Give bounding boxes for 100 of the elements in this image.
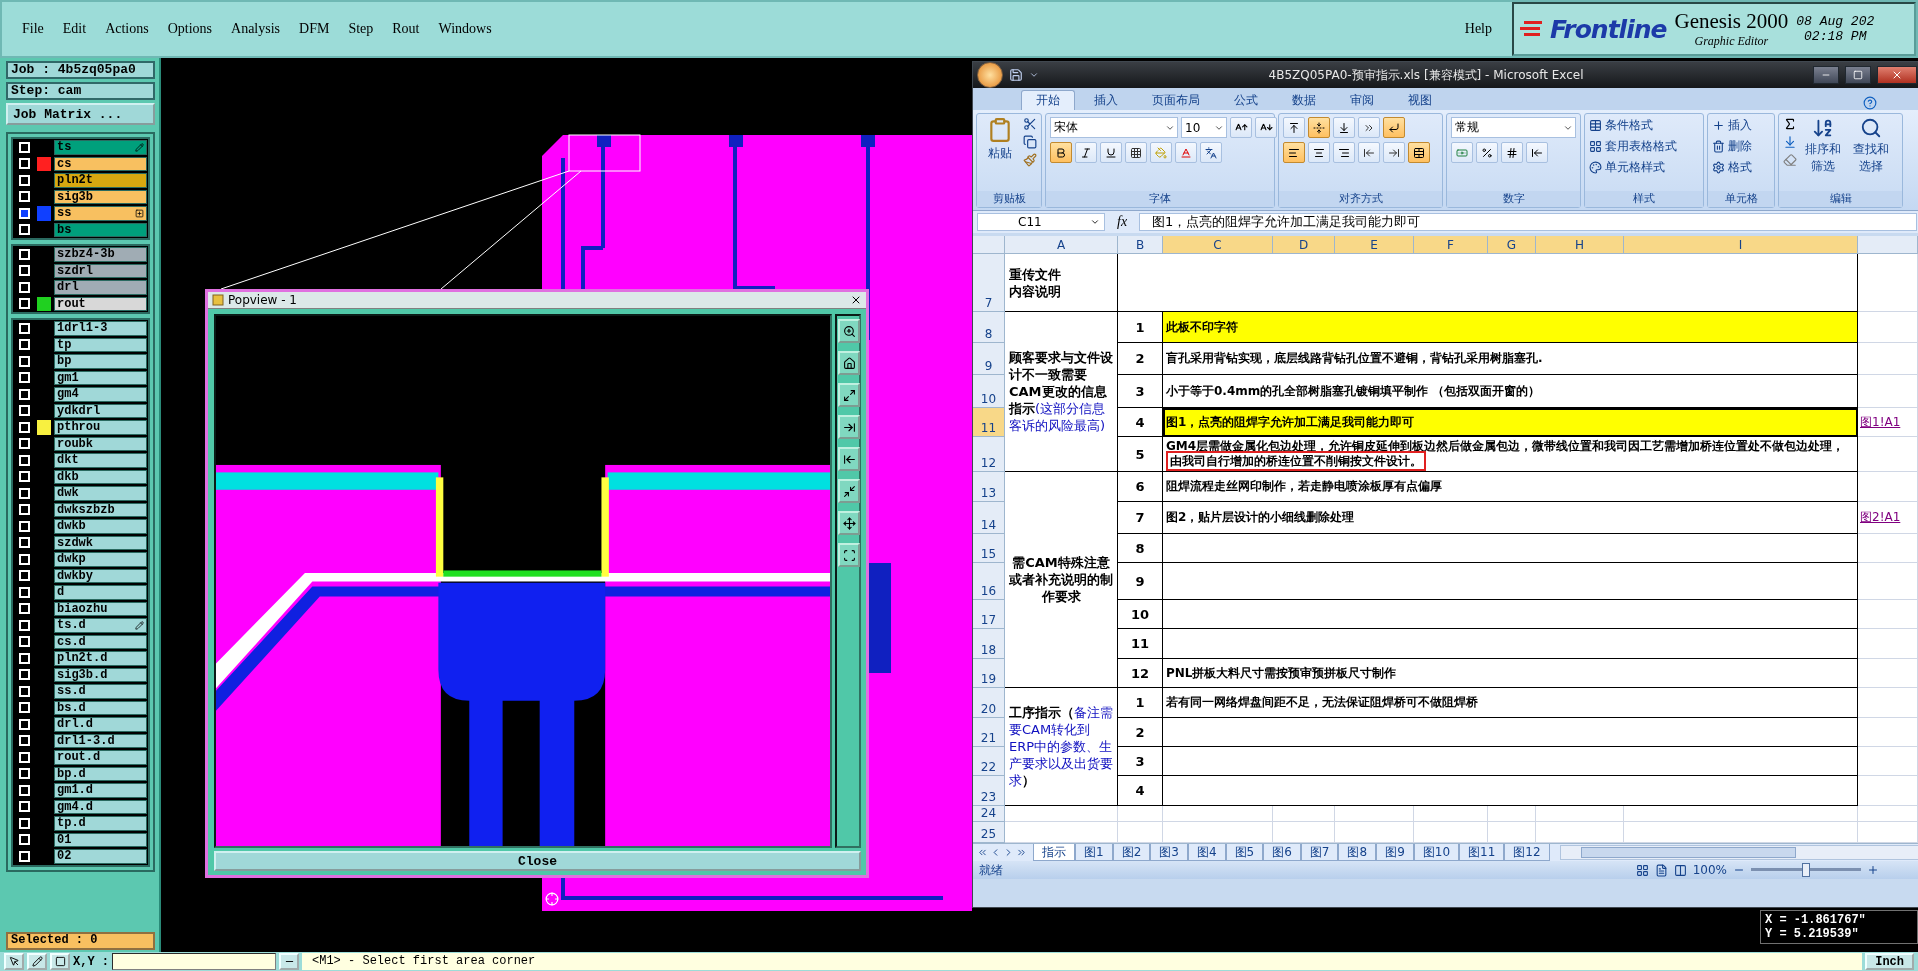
sheet-tab[interactable]: 指示 <box>1033 844 1075 861</box>
row-header[interactable]: 14 <box>973 502 1005 534</box>
view-tool-button[interactable] <box>838 351 860 375</box>
layer-checkbox[interactable] <box>18 652 30 664</box>
horizontal-scrollbar[interactable] <box>1559 845 1918 860</box>
zoom-in-icon[interactable] <box>1867 864 1879 876</box>
layer-checkbox[interactable] <box>18 191 30 203</box>
layer-name[interactable]: szdrl <box>54 263 147 278</box>
layer-checkbox[interactable] <box>18 801 30 813</box>
view-tool-button[interactable] <box>838 447 860 471</box>
layer-checkbox[interactable] <box>18 751 30 763</box>
paintbrush-icon[interactable] <box>1023 153 1037 167</box>
style-button[interactable]: 套用表格格式 <box>1589 138 1677 155</box>
row-header[interactable]: 23 <box>973 776 1005 806</box>
minimize-button[interactable] <box>1813 66 1839 84</box>
layer-checkbox[interactable] <box>18 281 30 293</box>
ribbon-tab[interactable]: 数据 <box>1277 90 1331 110</box>
layer-checkbox[interactable] <box>18 388 30 400</box>
table-cell[interactable] <box>1163 747 1858 776</box>
layer-checkbox[interactable] <box>18 174 30 186</box>
layer-name[interactable]: bp <box>54 354 147 369</box>
view-tool-button[interactable] <box>838 383 860 407</box>
page-layout-icon[interactable] <box>1654 863 1668 877</box>
layer-name[interactable]: gm1 <box>54 370 147 385</box>
layer-checkbox[interactable] <box>18 718 30 730</box>
layer-checkbox[interactable] <box>18 636 30 648</box>
layer-checkbox[interactable] <box>18 685 30 697</box>
layer-checkbox[interactable] <box>18 570 30 582</box>
layer-checkbox[interactable] <box>18 248 30 260</box>
sheet-tab[interactable]: 图11 <box>1459 844 1505 861</box>
table-cell[interactable]: 小于等于0.4mm的孔全部树脂塞孔镀铜填平制作 （包括双面开窗的） <box>1163 375 1858 408</box>
layer-name[interactable]: dwkby <box>54 568 147 583</box>
layer-name[interactable]: ydkdrl <box>54 403 147 418</box>
layer-name[interactable]: drl.d <box>54 717 147 732</box>
layer-name[interactable]: sig3b.d <box>54 667 147 682</box>
column-header[interactable]: C <box>1163 236 1273 254</box>
layer-name[interactable]: sig3b <box>54 189 147 204</box>
layer-checkbox[interactable] <box>18 438 30 450</box>
units-button[interactable]: Inch <box>1865 953 1914 970</box>
menu-item[interactable]: Windows <box>438 21 492 37</box>
thousands-button[interactable] <box>1501 142 1523 163</box>
layer-name[interactable]: szdwk <box>54 535 147 550</box>
layer-name[interactable]: cs.d <box>54 634 147 649</box>
layer-checkbox[interactable] <box>18 339 30 351</box>
table-cell[interactable]: 此板不印字符 <box>1163 312 1858 343</box>
layer-checkbox[interactable] <box>18 735 30 747</box>
layer-name[interactable]: dkt <box>54 453 147 468</box>
normal-view-icon[interactable] <box>1635 863 1649 877</box>
layer-checkbox[interactable] <box>18 586 30 598</box>
merge-button[interactable] <box>1408 142 1430 163</box>
layer-name[interactable]: dkb <box>54 469 147 484</box>
table-cell[interactable] <box>1163 776 1858 806</box>
decrease-indent-button[interactable] <box>1358 142 1380 163</box>
row-header[interactable]: 12 <box>973 437 1005 472</box>
cells-button[interactable]: 格式 <box>1712 159 1752 176</box>
layer-name[interactable]: 01 <box>54 832 147 847</box>
view-tool-button[interactable] <box>838 319 860 343</box>
layer-name[interactable]: ts.d <box>54 618 147 633</box>
row-header[interactable]: 20 <box>973 688 1005 718</box>
table-cell[interactable] <box>1163 534 1858 563</box>
copy-icon[interactable] <box>1023 135 1037 149</box>
style-button[interactable]: 条件格式 <box>1589 117 1677 134</box>
column-header[interactable]: H <box>1536 236 1624 254</box>
layer-checkbox[interactable] <box>18 454 30 466</box>
layer-checkbox[interactable] <box>18 322 30 334</box>
row-header[interactable]: 24 <box>973 806 1005 822</box>
layer-name[interactable]: bs <box>54 222 147 237</box>
paste-button[interactable]: 粘贴 <box>981 117 1019 162</box>
sheet-tab[interactable]: 图1 <box>1075 844 1113 861</box>
layer-checkbox[interactable] <box>18 834 30 846</box>
table-cell[interactable]: 图1!A1 <box>1858 408 1918 437</box>
row-header[interactable]: 10 <box>973 375 1005 408</box>
table-cell[interactable]: 若有同一网络焊盘间距不足，无法保证阻焊桥可不做阻焊桥 <box>1163 688 1858 718</box>
slider-thumb[interactable] <box>1802 863 1810 877</box>
italic-button[interactable] <box>1075 142 1097 163</box>
layer-checkbox[interactable] <box>18 265 30 277</box>
vertical-align-button[interactable] <box>1333 117 1355 138</box>
row-header[interactable]: 15 <box>973 534 1005 563</box>
layer-name[interactable]: d <box>54 585 147 600</box>
layer-checkbox[interactable] <box>18 784 30 796</box>
editing-button[interactable]: 查找和选择 <box>1849 117 1893 175</box>
layer-name[interactable]: drl1-3.d <box>54 733 147 748</box>
layer-checkbox[interactable] <box>18 669 30 681</box>
borders-button[interactable] <box>1125 142 1147 163</box>
table-cell[interactable] <box>1163 718 1858 747</box>
bold-button[interactable] <box>1050 142 1072 163</box>
layer-name[interactable]: 1drl1-3 <box>54 321 147 336</box>
vertical-align-button[interactable] <box>1308 117 1330 138</box>
column-header[interactable]: I <box>1624 236 1858 254</box>
close-icon[interactable] <box>850 294 862 306</box>
row-header[interactable]: 16 <box>973 563 1005 600</box>
layer-checkbox[interactable] <box>18 603 30 615</box>
sum-icon[interactable] <box>1783 117 1797 131</box>
formula-field[interactable]: 图1，点亮的阻焊字允许加工满足我司能力即可 <box>1139 213 1917 231</box>
layer-checkbox[interactable] <box>18 553 30 565</box>
layer-name[interactable]: biaozhu <box>54 601 147 616</box>
editing-button[interactable]: 排序和筛选 <box>1801 117 1845 175</box>
layer-name[interactable]: tp.d <box>54 816 147 831</box>
layer-name[interactable]: rout <box>54 296 147 311</box>
table-cell[interactable]: 图2!A1 <box>1858 502 1918 534</box>
